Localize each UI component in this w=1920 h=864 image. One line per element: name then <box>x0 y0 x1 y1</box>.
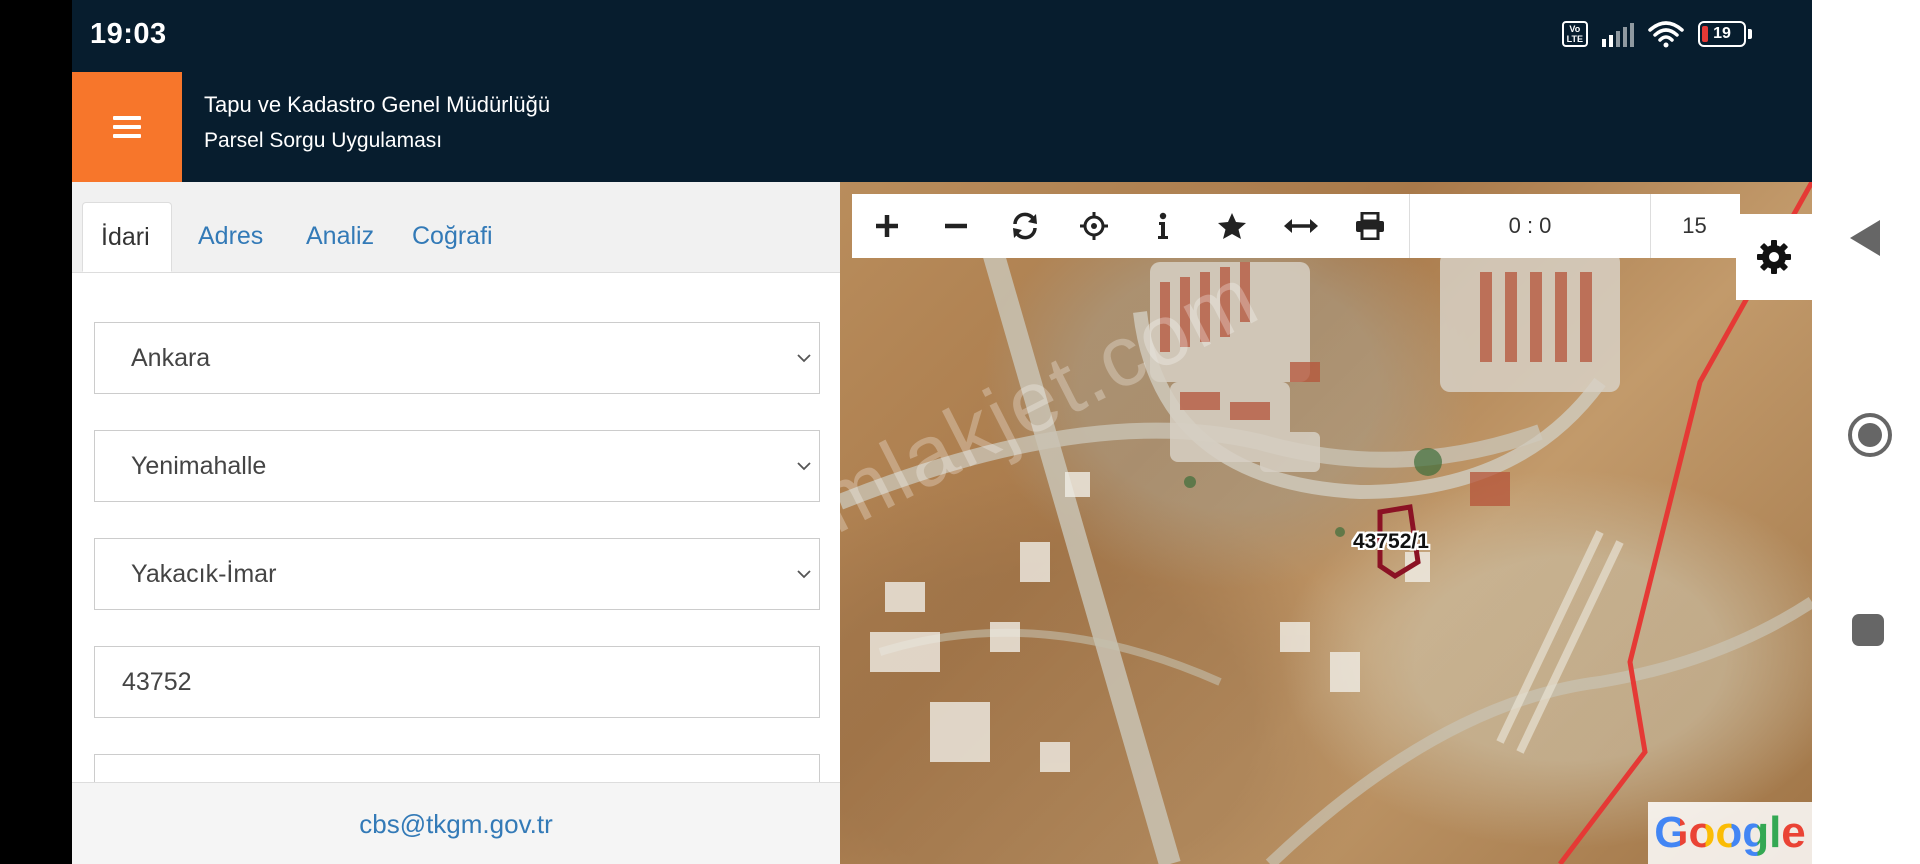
status-bar: 19:03 Vo LTE 19 <box>72 0 1812 72</box>
tab-adres[interactable]: Adres <box>180 202 281 272</box>
menu-icon <box>113 111 141 143</box>
map-settings-button[interactable] <box>1736 214 1812 300</box>
chevron-down-icon <box>797 570 811 579</box>
parcel-number-input[interactable] <box>94 754 820 782</box>
parcel-label: 43752/1 <box>1353 530 1429 553</box>
info-icon <box>1157 212 1168 239</box>
app-screen: 19:03 Vo LTE 19 Tapu ve Kadastro Genel Mü… <box>72 0 1812 864</box>
back-icon[interactable] <box>1848 218 1882 258</box>
header-title: Tapu ve Kadastro Genel Müdürlüğü <box>204 92 551 117</box>
zoom-level: 15 <box>1682 213 1707 238</box>
refresh-icon <box>1012 212 1037 240</box>
gear-icon <box>1757 240 1791 274</box>
home-icon[interactable] <box>1846 411 1894 459</box>
battery-icon: 19 <box>1698 21 1752 47</box>
signal-icon <box>1602 21 1634 47</box>
block-number-input[interactable]: 43752 <box>94 646 820 718</box>
district-value: Yenimahalle <box>131 451 267 480</box>
district-select[interactable]: Yenimahalle <box>94 430 820 502</box>
tab-bar: İdari Adres Analiz Coğrafi <box>72 182 840 273</box>
print-button[interactable] <box>1335 194 1404 258</box>
tab-idari[interactable]: İdari <box>82 202 172 272</box>
app-header: Tapu ve Kadastro Genel Müdürlüğü Parsel … <box>72 72 1812 182</box>
star-icon <box>1217 213 1246 239</box>
hamburger-menu-button[interactable] <box>72 72 182 182</box>
wifi-icon <box>1648 21 1684 48</box>
status-time: 19:03 <box>90 18 167 50</box>
header-subtitle: Parsel Sorgu Uygulaması <box>204 129 443 152</box>
favorite-button[interactable] <box>1197 194 1266 258</box>
satellite-imagery <box>840 182 1812 864</box>
info-button[interactable] <box>1128 194 1197 258</box>
status-icons: Vo LTE 19 <box>1561 20 1752 48</box>
neighborhood-value: Yakacık-İmar <box>131 559 277 588</box>
block-number-value: 43752 <box>122 667 192 696</box>
map-toolbar: 0 : 0 15 <box>852 194 1740 258</box>
coordinate-display: 0 : 0 <box>1409 194 1651 258</box>
refresh-button[interactable] <box>990 194 1059 258</box>
locate-icon <box>1079 212 1108 240</box>
volte-icon: Vo LTE <box>1561 21 1588 47</box>
query-panel: İdari Adres Analiz Coğrafi Ankara Yenima… <box>72 182 840 864</box>
measure-icon <box>1283 219 1318 233</box>
measure-button[interactable] <box>1266 194 1335 258</box>
left-black-strip <box>0 0 72 864</box>
google-attribution-logo: Google <box>1648 802 1812 864</box>
recents-icon[interactable] <box>1851 613 1885 647</box>
contact-email-link[interactable]: cbs@tkgm.gov.tr <box>359 809 553 839</box>
google-logo-text: Google <box>1654 802 1806 864</box>
neighborhood-select[interactable]: Yakacık-İmar <box>94 538 820 610</box>
chevron-down-icon <box>797 354 811 363</box>
tab-cografi[interactable]: Coğrafi <box>394 202 511 272</box>
tab-analiz[interactable]: Analiz <box>288 202 392 272</box>
province-select[interactable]: Ankara <box>94 322 820 394</box>
system-nav-bar <box>1812 0 1920 864</box>
zoom-in-icon <box>875 215 898 237</box>
print-icon <box>1355 212 1384 240</box>
locate-button[interactable] <box>1059 194 1128 258</box>
province-value: Ankara <box>131 343 211 372</box>
map-view[interactable]: emlakjet.com 43752/1 0: 0 15 Google <box>840 182 1812 864</box>
battery-level: 19 <box>1713 25 1731 42</box>
zoom-in-button[interactable] <box>852 194 921 258</box>
footer: cbs@tkgm.gov.tr <box>72 782 840 864</box>
zoom-out-icon <box>944 223 967 229</box>
chevron-down-icon <box>797 462 811 471</box>
zoom-out-button[interactable] <box>921 194 990 258</box>
